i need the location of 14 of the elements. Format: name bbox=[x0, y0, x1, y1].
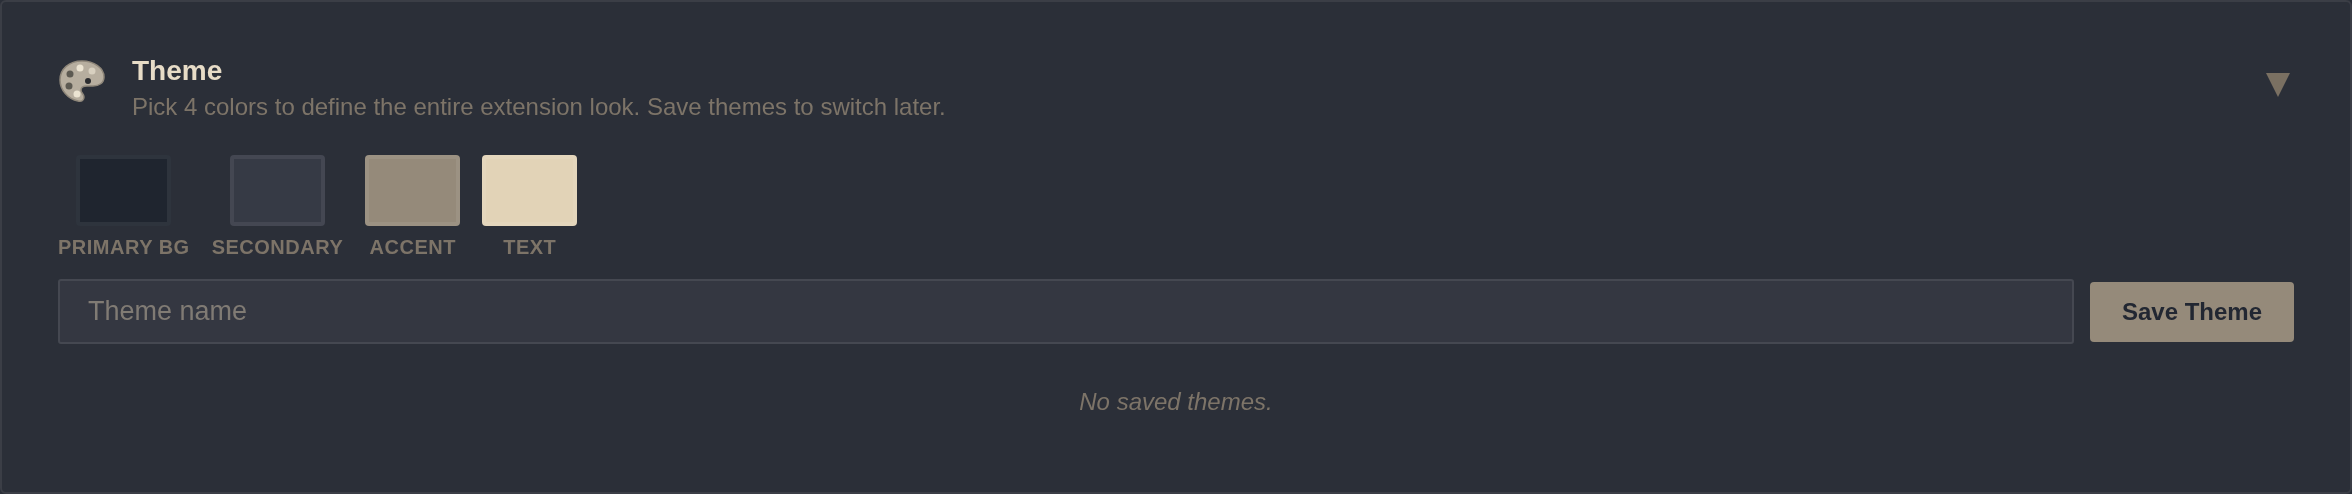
color-swatch[interactable] bbox=[229, 155, 325, 226]
swatch-label: PRIMARY BG bbox=[58, 236, 190, 259]
swatch-label: ACCENT bbox=[369, 236, 456, 259]
empty-message: No saved themes. bbox=[1078, 388, 1274, 416]
theme-name-field[interactable]: Theme name bbox=[58, 279, 2074, 344]
section-title: Theme bbox=[132, 55, 224, 87]
section-description: Pick 4 colors to define the entire extension look. Save themes to switch later. bbox=[132, 92, 947, 122]
collapse-toggle-icon[interactable] bbox=[2266, 73, 2290, 97]
save-theme-button[interactable]: Save Theme bbox=[2090, 281, 2294, 342]
swatch-label: TEXT bbox=[503, 236, 557, 259]
color-swatch[interactable] bbox=[365, 155, 461, 226]
color-swatch[interactable] bbox=[482, 155, 578, 226]
swatch-label: SECONDARY bbox=[211, 236, 344, 259]
palette-icon bbox=[58, 59, 106, 103]
